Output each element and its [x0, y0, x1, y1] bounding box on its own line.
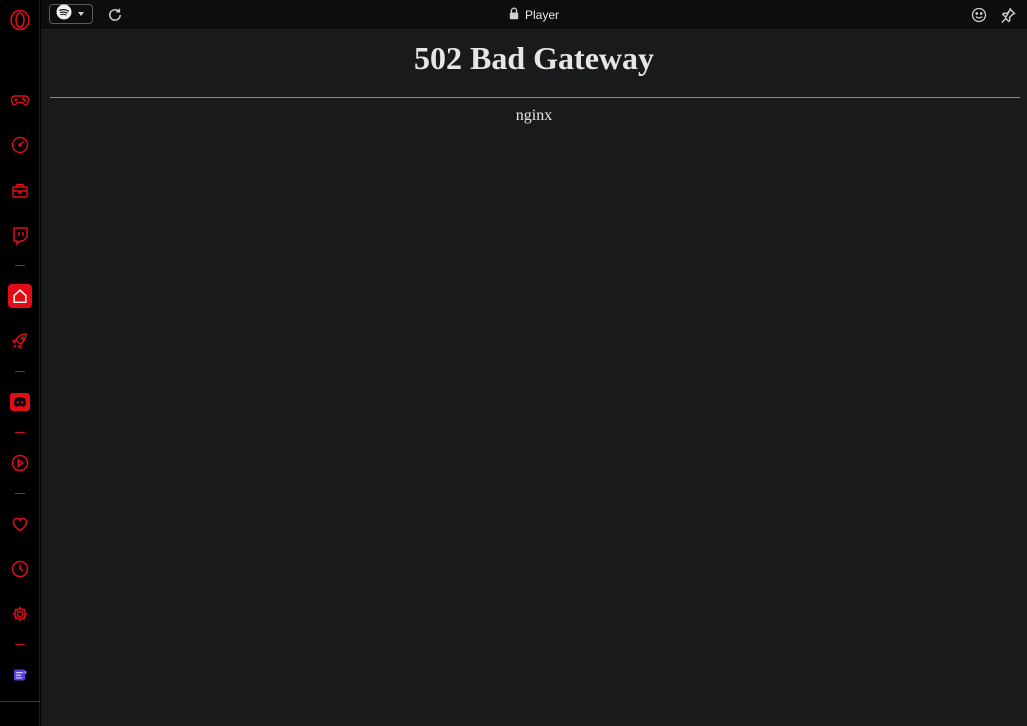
sidebar-separator	[15, 644, 25, 645]
opera-logo-icon[interactable]	[8, 8, 32, 32]
reload-icon[interactable]	[106, 6, 124, 24]
divider	[50, 97, 1020, 98]
gear-icon[interactable]	[8, 602, 32, 626]
panel-title-bar: Player	[41, 0, 1027, 30]
panel-title: Player	[524, 8, 559, 22]
sidebar-separator	[15, 493, 25, 494]
emoji-icon[interactable]	[971, 7, 987, 23]
lock-icon	[509, 7, 519, 23]
discord-icon[interactable]	[8, 390, 32, 414]
home-icon[interactable]	[8, 284, 32, 308]
play-circle-icon[interactable]	[8, 451, 32, 475]
briefcase-icon[interactable]	[8, 178, 32, 202]
twitch-icon[interactable]	[8, 223, 32, 247]
extension-icon[interactable]	[8, 663, 32, 687]
service-selector-button[interactable]	[49, 4, 93, 24]
speedometer-icon[interactable]	[8, 133, 32, 157]
chevron-down-icon	[78, 12, 84, 16]
browser-window: Player 502 Bad Gateway nginx	[0, 0, 1027, 726]
web-content: 502 Bad Gateway nginx	[41, 30, 1027, 726]
pin-icon[interactable]	[999, 6, 1017, 24]
page-title: 502 Bad Gateway	[414, 40, 654, 76]
sidebar	[0, 0, 40, 726]
sidebar-separator	[15, 265, 25, 266]
sidebar-separator	[15, 432, 25, 433]
gamepad-icon[interactable]	[8, 88, 32, 112]
rocket-icon[interactable]	[8, 329, 32, 353]
spotify-icon	[56, 4, 72, 25]
sidebar-bottom-divider	[0, 701, 40, 702]
panel-header: Player	[41, 0, 1027, 30]
server-name: nginx	[515, 107, 553, 124]
sidebar-separator	[15, 371, 25, 372]
heart-icon[interactable]	[8, 512, 32, 536]
clock-icon[interactable]	[8, 557, 32, 581]
